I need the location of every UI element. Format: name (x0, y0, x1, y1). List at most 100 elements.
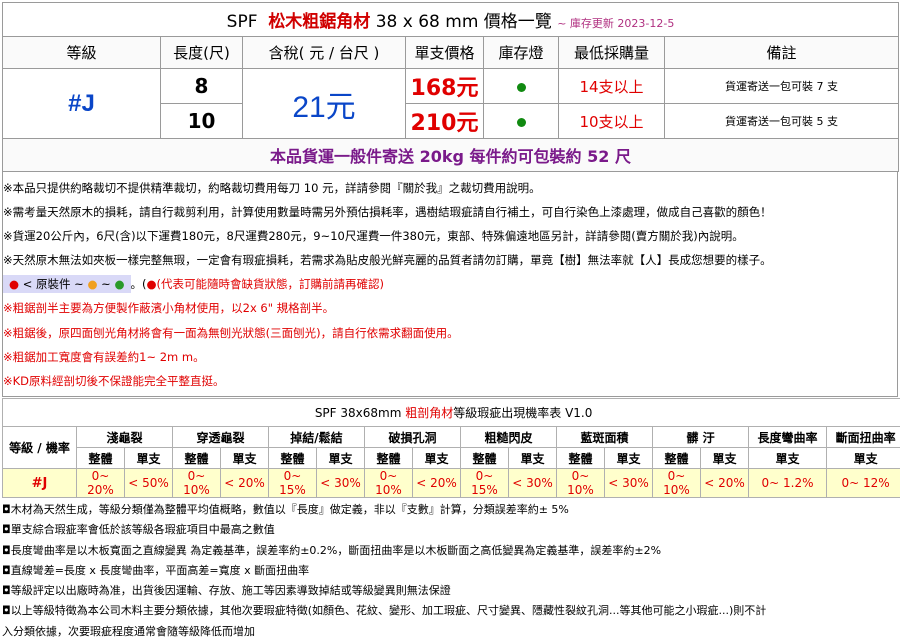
defect-value: 0~ 1.2% (748, 468, 827, 498)
footnote: ◘以上等級特徵為本公司木料主要分類依據，其他次要瑕疵特徵(如顏色、花紋、變形、加… (2, 604, 767, 618)
defect-category: 淺龜裂 (76, 426, 173, 448)
unit-price-value: 210元 (405, 103, 484, 139)
sub-whole: 整體 (172, 447, 221, 469)
defect-footnotes: ◘木材為天然生成，等級分類僅為整體平均值概略，數值以『長度』做定義，非以『支數』… (2, 498, 898, 638)
title-prefix: SPF (226, 12, 258, 32)
grade-value: #J (2, 68, 161, 139)
defect-category: 斷面扭曲率 (825, 426, 900, 448)
defect-value: 0~ 20% (76, 468, 125, 498)
legend-tilde: ~ (101, 277, 111, 292)
sub-single: 單支 (825, 447, 900, 469)
stock-light (483, 68, 559, 104)
defect-category: 粗糙閃皮 (460, 426, 557, 448)
header-tax-price: 含稅( 元 / 台尺 ) (242, 36, 406, 69)
footnote: ◘單支綜合瑕疵率會低於該等級各瑕疵項目中最高之數值 (2, 523, 275, 537)
defect-value: 0~ 10% (364, 468, 413, 498)
defect-corner-header: 等級 / 機率 (2, 426, 77, 469)
header-row: 等級 長度(尺) 含稅( 元 / 台尺 ) 單支價格 庫存燈 最低採購量 備註 (2, 36, 899, 69)
sub-single: 單支 (748, 447, 827, 469)
legend-label: < 原裝件 ~ (22, 277, 84, 292)
sub-single: 單支 (412, 447, 461, 469)
green-dot-icon: ● (114, 277, 125, 292)
defect-value: 0~ 10% (172, 468, 221, 498)
defect-table: SPF 38x68mm 粗剖角材等級瑕疵出現機率表 V1.0 等級 / 機率 淺… (1, 398, 900, 498)
sub-single: 單支 (220, 447, 269, 469)
title-dimensions: 38 x 68 mm (375, 12, 479, 32)
defect-value: 0~ 10% (652, 468, 701, 498)
defect-value: < 20% (700, 468, 749, 498)
tax-price-value: 21元 (242, 68, 406, 139)
defect-value: < 20% (220, 468, 269, 498)
stock-legend-pill: ● < 原裝件 ~ ● ~ ● (3, 275, 131, 294)
footnote: ◘長度彎曲率是以木板寬面之直線變異 為定義基準，誤差率約±0.2%，斷面扭曲率是… (2, 543, 662, 557)
sub-whole: 整體 (556, 447, 605, 469)
shipping-info: 本品貨運一般件寄送 20kg 每件約可包裝約 52 尺 (2, 138, 899, 172)
min-purchase-value: 14支以上 (558, 68, 665, 104)
stock-update-date: ~ 庫存更新 2023-12-5 (557, 17, 675, 30)
defect-value: < 30% (316, 468, 365, 498)
defect-category: 穿透龜裂 (172, 426, 269, 448)
sub-whole: 整體 (460, 447, 509, 469)
page-title: SPF 松木粗鋸角材 38 x 68 mm 價格一覽 ~ 庫存更新 2023-1… (2, 2, 899, 37)
defect-header-row: 等級 / 機率 淺龜裂 穿透龜裂 掉結/鬆結 破損孔洞 粗糙閃皮 藍斑面積 髒 … (2, 426, 900, 469)
footnote: 入分類依據，次要瑕疵程度通常會隨等級降低而增加 (2, 624, 255, 638)
note-quality: ※天然原木無法如夾板一樣完整無瑕，一定會有瑕疵損耗，若需求為貼皮般光鮮亮麗的品質… (3, 253, 772, 268)
remark-value: 貨運寄送一包可裝 7 支 (664, 68, 899, 104)
defect-value: 0~ 15% (268, 468, 317, 498)
defect-row-j: #J 0~ 20% < 50% 0~ 10% < 20% 0~ 15% < 30… (2, 468, 900, 498)
title-suffix: 價格一覽 (483, 12, 552, 32)
defect-value: < 30% (508, 468, 557, 498)
defect-value: 0~ 15% (460, 468, 509, 498)
price-row-8: #J 8 21元 168元 14支以上 貨運寄送一包可裝 7 支 (2, 68, 899, 139)
length-value: 8 (160, 68, 243, 104)
header-min-purchase: 最低採購量 (558, 36, 665, 69)
sub-single: 單支 (700, 447, 749, 469)
sub-single: 單支 (508, 447, 557, 469)
defect-value: < 20% (412, 468, 461, 498)
note-wastage: ※需考量天然原木的損耗，請自行裁剪利用，計算使用數量時需另外預估損耗率，遇樹結瑕… (3, 205, 772, 220)
defect-value: < 50% (124, 468, 173, 498)
red-dot-icon: ● (146, 277, 157, 292)
header-length: 長度(尺) (160, 36, 243, 69)
unit-price-value: 168元 (405, 68, 484, 104)
defect-value: 0~ 10% (556, 468, 605, 498)
note-cutting: ※本品只提供約略裁切不提供精準裁切，約略裁切費用每刀 10 元，詳請參閱『關於我… (3, 181, 541, 195)
sub-whole: 整體 (76, 447, 125, 469)
footnote: ◘直線彎差=長度 x 長度彎曲率，平面高差=寬度 x 斷面扭曲率 (2, 563, 310, 577)
red-dot-icon: ● (9, 277, 20, 292)
defect-value: 0~ 12% (825, 468, 900, 498)
defect-title-prefix: SPF 38x68mm (314, 406, 402, 420)
note-kd-flatness: ※KD原料經剖切後不保證能完全平整直挺。 (3, 373, 225, 388)
defect-category: 藍斑面積 (556, 426, 653, 448)
sub-single: 單支 (124, 447, 173, 469)
sub-whole: 整體 (652, 447, 701, 469)
orange-dot-icon: ● (87, 277, 98, 292)
note-rough-face: ※粗鋸後，原四面刨光角材將會有一面為無刨光狀態(三面刨光)，請自行依需求翻面使用… (3, 325, 459, 340)
note-width-tolerance: ※粗鋸加工寬度會有誤差約1~ 2m m。 (3, 349, 205, 364)
legend-note: (代表可能隨時會缺貨狀態，訂購前請再確認) (156, 277, 385, 292)
header-grade: 等級 (2, 36, 161, 69)
title-product: 松木粗鋸角材 (268, 12, 371, 32)
min-purchase-value: 10支以上 (558, 103, 665, 139)
header-stock-light: 庫存燈 (483, 36, 559, 69)
footnote: ◘木材為天然生成，等級分類僅為整體平均值概略，數值以『長度』做定義，非以『支數』… (2, 503, 569, 516)
sub-single: 單支 (316, 447, 365, 469)
header-remarks: 備註 (664, 36, 899, 69)
defect-subheader-row: 整體 單支 整體 單支 整體 單支 整體 單支 整體 單支 整體 單支 整體 單… (3, 447, 900, 469)
footnote: ◘等級評定以出廠時為准，出貨後因運輸、存放、施工等因素導致掉結或等級變異則無法保… (2, 584, 451, 598)
defect-category: 掉結/鬆結 (268, 426, 365, 448)
remark-value: 貨運寄送一包可裝 5 支 (664, 103, 899, 139)
defect-grade: #J (2, 468, 77, 498)
sub-single: 單支 (604, 447, 653, 469)
defect-table-title: SPF 38x68mm 粗剖角材等級瑕疵出現機率表 V1.0 (1, 398, 900, 427)
note-split: ※粗鋸剖半主要為方便製作蔽濱小角材使用，以2x 6" 規格剖半。 (3, 301, 335, 316)
notes-block: ※本品只提供約略裁切不提供精準裁切，約略裁切費用每刀 10 元，詳請參閱『關於我… (2, 172, 898, 397)
sub-whole: 整體 (268, 447, 317, 469)
defect-value: < 30% (604, 468, 653, 498)
defect-category: 破損孔洞 (364, 426, 461, 448)
defect-section: SPF 38x68mm 粗剖角材等級瑕疵出現機率表 V1.0 等級 / 機率 淺… (1, 398, 900, 638)
defect-category: 長度彎曲率 (748, 426, 827, 448)
stock-legend: ● < 原裝件 ~ ● ~ ● 。(●(代表可能隨時會缺貨狀態，訂購前請再確認) (3, 272, 897, 296)
defect-title-product: 粗剖角材 (405, 406, 454, 420)
price-sheet: SPF 松木粗鋸角材 38 x 68 mm 價格一覽 ~ 庫存更新 2023-1… (2, 2, 899, 397)
